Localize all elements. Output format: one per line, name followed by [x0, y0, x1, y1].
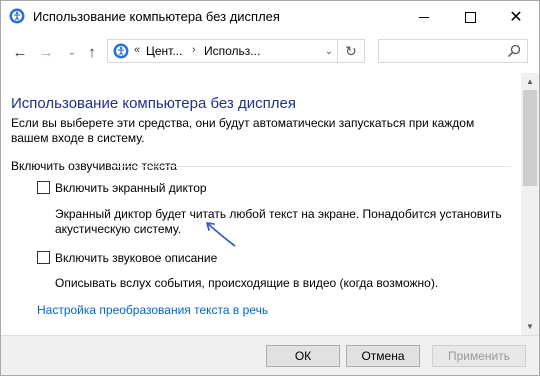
arrow-up-icon: ↑ — [88, 43, 96, 61]
refresh-button[interactable]: ↻ — [337, 39, 365, 63]
window-title: Использование компьютера без дисплея — [33, 9, 280, 24]
search-icon — [507, 44, 521, 58]
title-bar[interactable]: Использование компьютера без дисплея ✕ — [1, 1, 539, 33]
annotation-arrow-icon — [206, 222, 236, 247]
scrollbar-thumb[interactable] — [523, 90, 537, 186]
chevron-down-icon: ⌄ — [67, 46, 77, 58]
minimize-icon — [419, 16, 429, 18]
back-button[interactable]: ← — [9, 41, 31, 63]
section-divider — [113, 166, 511, 167]
main-content: Использование компьютера без дисплея Есл… — [1, 73, 521, 335]
audio-description-text: Описывать вслух события, происходящие в … — [55, 276, 439, 290]
scroll-down-icon: ▼ — [526, 322, 534, 331]
cancel-button[interactable]: Отмена — [346, 345, 420, 367]
breadcrumb-item-current[interactable]: Использ... — [204, 44, 260, 58]
dialog-button-bar: ОК Отмена Применить — [1, 335, 539, 375]
recent-locations-button[interactable]: ⌄ — [61, 41, 83, 63]
maximize-button[interactable] — [447, 1, 493, 33]
ease-of-access-icon — [113, 43, 129, 59]
ease-of-access-icon — [9, 8, 25, 24]
close-icon: ✕ — [509, 9, 523, 26]
breadcrumb-item-control-center[interactable]: Цент... — [146, 44, 182, 58]
audio-description-checkbox-label[interactable]: Включить звуковое описание — [55, 251, 217, 265]
address-bar[interactable]: « Цент... › Использ... ⌄ — [107, 39, 365, 63]
up-button[interactable]: ↑ — [81, 41, 103, 63]
breadcrumb-separator[interactable]: « — [134, 44, 140, 56]
chevron-down-icon: ⌄ — [324, 45, 334, 57]
text-to-speech-settings-link[interactable]: Настройка преобразования текста в речь — [37, 303, 268, 317]
app-window: Использование компьютера без дисплея ✕ ←… — [0, 0, 540, 376]
breadcrumb-separator[interactable]: › — [192, 44, 196, 56]
refresh-icon: ↻ — [345, 42, 357, 59]
search-input[interactable] — [378, 39, 528, 63]
vertical-scrollbar[interactable]: ▲ ▼ — [521, 73, 539, 335]
forward-button[interactable]: → — [35, 41, 57, 63]
narrator-checkbox[interactable] — [37, 181, 50, 194]
apply-button[interactable]: Применить — [432, 345, 526, 367]
narrator-description: Экранный диктор будет читать любой текст… — [55, 207, 502, 236]
narrator-checkbox-label[interactable]: Включить экранный диктор — [55, 181, 207, 195]
page-description: Если вы выберете эти средства, они будут… — [11, 116, 475, 145]
close-button[interactable]: ✕ — [493, 1, 539, 33]
minimize-button[interactable] — [401, 1, 447, 33]
arrow-left-icon: ← — [12, 43, 28, 61]
navigation-bar: ← → ⌄ ↑ « Цент... › Использ... ⌄ ↻ — [1, 33, 539, 73]
page-title: Использование компьютера без дисплея — [11, 95, 296, 112]
scroll-down-button[interactable]: ▼ — [521, 318, 539, 335]
arrow-right-icon: → — [38, 43, 54, 61]
scroll-up-button[interactable]: ▲ — [521, 73, 539, 90]
audio-description-checkbox[interactable] — [37, 251, 50, 264]
ok-button[interactable]: ОК — [266, 345, 340, 367]
maximize-icon — [464, 11, 476, 23]
scroll-up-icon: ▲ — [526, 77, 534, 86]
